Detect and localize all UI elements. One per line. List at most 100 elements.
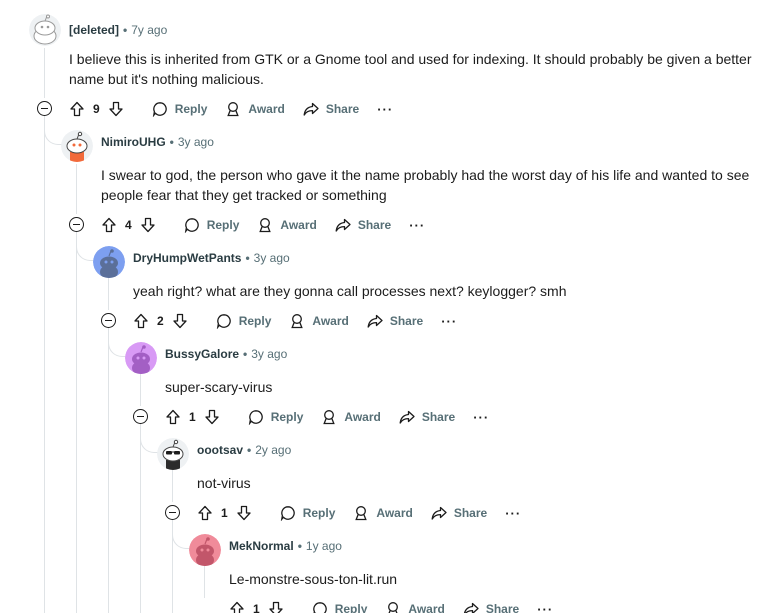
more-options-icon[interactable]: ··· xyxy=(505,506,521,521)
comment-time[interactable]: 3y ago xyxy=(251,347,287,361)
share-label: Share xyxy=(421,410,456,424)
comment-author[interactable]: oootsav xyxy=(197,443,243,457)
thread-line xyxy=(172,470,173,502)
vote-controls: 2 xyxy=(133,313,188,329)
comment-time[interactable]: 3y ago xyxy=(254,251,290,265)
comment-actions: 9 Reply Award Share ··· xyxy=(69,97,393,121)
comment-author[interactable]: NimiroUHG xyxy=(101,135,166,149)
reply-label: Reply xyxy=(270,410,304,424)
comment-bubble-icon xyxy=(216,314,231,329)
vote-controls: 9 xyxy=(69,101,124,117)
share-button[interactable]: Share xyxy=(431,505,487,521)
award-label: Award xyxy=(248,102,285,116)
reply-button[interactable]: Reply xyxy=(216,313,272,329)
share-button[interactable]: Share xyxy=(463,601,519,613)
comment-time[interactable]: 7y ago xyxy=(131,23,167,37)
share-icon xyxy=(463,602,479,613)
collapse-button[interactable] xyxy=(165,505,180,520)
reply-label: Reply xyxy=(174,102,208,116)
collapse-button[interactable] xyxy=(69,217,84,232)
award-button[interactable]: Award xyxy=(353,505,413,521)
vote-count: 1 xyxy=(189,410,196,424)
reply-button[interactable]: Reply xyxy=(184,217,239,233)
more-options-icon[interactable]: ··· xyxy=(473,410,489,425)
reply-button[interactable]: Reply xyxy=(152,101,208,117)
comment-header: NimiroUHG • 3y ago xyxy=(101,135,214,149)
downvote-icon[interactable] xyxy=(204,409,220,425)
comment-time[interactable]: 1y ago xyxy=(306,539,342,553)
comment-body-line: yeah right? what are they gonna call pro… xyxy=(133,283,567,299)
collapse-button[interactable] xyxy=(37,101,52,116)
comment-author[interactable]: DryHumpWetPants xyxy=(133,251,241,265)
share-button[interactable]: Share xyxy=(303,101,359,117)
reply-button[interactable]: Reply xyxy=(248,409,304,425)
award-icon xyxy=(388,602,399,613)
comment-author[interactable]: BussyGalore xyxy=(165,347,239,361)
upvote-icon[interactable] xyxy=(165,409,181,425)
thread-line xyxy=(108,328,109,613)
upvote-icon[interactable] xyxy=(101,217,117,233)
award-label: Award xyxy=(376,506,413,520)
reply-button[interactable]: Reply xyxy=(280,505,336,521)
more-options-icon[interactable]: ··· xyxy=(377,102,393,117)
award-button[interactable]: Award xyxy=(385,601,445,613)
avatar[interactable] xyxy=(29,14,61,46)
avatar[interactable] xyxy=(125,342,157,374)
separator-dot: • xyxy=(123,23,128,37)
share-button[interactable]: Share xyxy=(399,409,455,425)
snoo-pink-avatar-icon xyxy=(189,534,221,566)
avatar[interactable] xyxy=(93,246,125,278)
downvote-icon[interactable] xyxy=(236,505,252,521)
more-options-icon[interactable]: ··· xyxy=(537,602,553,613)
comment-time[interactable]: 2y ago xyxy=(255,443,291,457)
share-icon xyxy=(335,218,351,232)
downvote-icon[interactable] xyxy=(268,601,284,613)
award-icon xyxy=(227,102,240,117)
upvote-icon[interactable] xyxy=(229,601,245,613)
share-button[interactable]: Share xyxy=(367,313,423,329)
more-options-icon[interactable]: ··· xyxy=(409,218,425,233)
comment-author[interactable]: MekNormal xyxy=(229,539,294,553)
upvote-icon[interactable] xyxy=(133,313,149,329)
share-button[interactable]: Share xyxy=(335,217,391,233)
comment-header: [deleted] • 7y ago xyxy=(69,23,167,37)
thread-line xyxy=(44,116,45,613)
award-label: Award xyxy=(312,314,349,328)
award-button[interactable]: Award xyxy=(225,101,285,117)
more-options-icon[interactable]: ··· xyxy=(441,314,457,329)
share-icon xyxy=(303,102,319,116)
avatar[interactable] xyxy=(189,534,221,566)
deleted-avatar-icon xyxy=(29,14,61,46)
thread-line xyxy=(140,424,141,613)
share-label: Share xyxy=(357,218,392,232)
snoo-blue-avatar-icon xyxy=(93,246,125,278)
downvote-icon[interactable] xyxy=(108,101,124,117)
reply-label: Reply xyxy=(302,506,336,520)
vote-controls: 1 xyxy=(197,505,252,521)
comment-time[interactable]: 3y ago xyxy=(178,135,214,149)
comment-body-line: not-virus xyxy=(197,475,251,491)
separator-dot: • xyxy=(169,135,174,149)
vote-count: 1 xyxy=(253,602,260,613)
share-icon xyxy=(367,314,383,328)
comment-actions: 2 Reply Award Share ··· xyxy=(133,309,457,333)
award-button[interactable]: Award xyxy=(257,217,317,233)
award-button[interactable]: Award xyxy=(321,409,381,425)
comment-author[interactable]: [deleted] xyxy=(69,23,119,37)
upvote-icon[interactable] xyxy=(69,101,85,117)
downvote-icon[interactable] xyxy=(140,217,156,233)
separator-dot: • xyxy=(243,347,248,361)
upvote-icon[interactable] xyxy=(197,505,213,521)
comment-body-line: name but it's nothing malicious. xyxy=(69,71,264,87)
collapse-button[interactable] xyxy=(101,313,116,328)
thread-line xyxy=(44,48,45,98)
avatar[interactable] xyxy=(157,438,189,470)
downvote-icon[interactable] xyxy=(172,313,188,329)
reply-label: Reply xyxy=(238,314,272,328)
vote-count: 2 xyxy=(157,314,164,328)
collapse-button[interactable] xyxy=(133,409,148,424)
avatar[interactable] xyxy=(61,130,93,162)
award-button[interactable]: Award xyxy=(289,313,349,329)
reply-button[interactable]: Reply xyxy=(312,601,367,613)
vote-count: 4 xyxy=(125,218,132,232)
